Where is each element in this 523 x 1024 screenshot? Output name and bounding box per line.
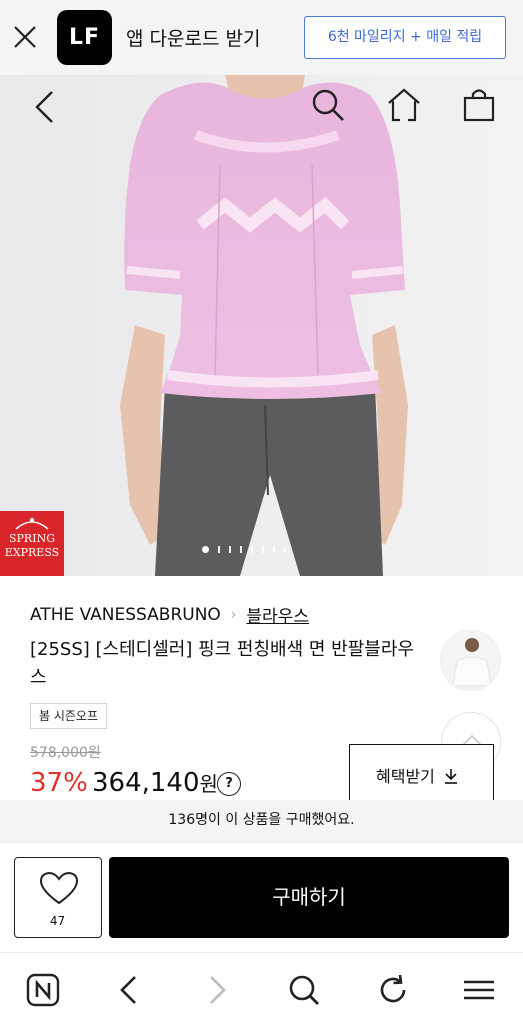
naver-home-icon[interactable]	[26, 973, 60, 1007]
like-button[interactable]: 47	[14, 857, 102, 938]
benefit-button[interactable]: 혜택받기	[349, 744, 494, 804]
back-icon[interactable]	[30, 89, 58, 125]
shopping-bag-icon[interactable]	[462, 87, 496, 123]
model-thumbnail[interactable]	[440, 630, 501, 691]
price-unit: 원	[199, 772, 218, 796]
product-title: [25SS] [스테디셀러] 핑크 펀칭배색 면 반팔블라우스	[30, 639, 414, 688]
menu-icon[interactable]	[462, 973, 496, 1007]
product-image-carousel[interactable]: SPRING EXPRESS	[0, 75, 523, 576]
close-icon[interactable]	[10, 22, 40, 52]
carousel-dot	[273, 545, 275, 553]
browser-search-icon[interactable]	[287, 973, 321, 1007]
browser-toolbar	[0, 952, 523, 1024]
carousel-dot	[229, 545, 231, 553]
carousel-indicator	[202, 545, 286, 553]
carousel-dot	[218, 545, 220, 553]
browser-back-icon[interactable]	[116, 973, 142, 1007]
original-price: 578,000원	[30, 745, 101, 761]
download-icon	[444, 769, 457, 784]
product-photo	[0, 75, 523, 576]
app-download-text[interactable]: 앱 다운로드 받기	[126, 24, 260, 51]
badge-line2: EXPRESS	[4, 546, 60, 559]
carousel-dot	[262, 545, 264, 553]
spring-express-badge: SPRING EXPRESS	[0, 511, 64, 576]
brand-link[interactable]: ATHE VANESSABRUNO	[30, 605, 221, 625]
badge-ornament-icon	[15, 518, 49, 530]
home-icon[interactable]	[386, 87, 422, 123]
refresh-icon[interactable]	[376, 973, 410, 1007]
carousel-dot	[240, 545, 242, 553]
season-off-tag: 봄 시즌오프	[30, 703, 108, 729]
carousel-dot	[284, 545, 286, 553]
sale-price: 364,140원	[92, 768, 218, 798]
browser-forward-icon[interactable]	[204, 973, 230, 1007]
heart-icon	[40, 872, 78, 905]
mileage-button[interactable]: 6천 마일리지 + 매일 적립	[304, 16, 506, 59]
purchase-button[interactable]: 구매하기	[109, 857, 509, 938]
sale-price-value: 364,140	[92, 768, 200, 798]
discount-rate: 37%	[30, 768, 88, 798]
app-download-banner: LF 앱 다운로드 받기 6천 마일리지 + 매일 적립	[0, 0, 523, 75]
thumbnail-image	[441, 631, 500, 690]
purchase-count-notice: 136명이 이 상품을 구매했어요.	[0, 800, 523, 842]
benefit-button-label: 혜택받기	[376, 767, 435, 786]
badge-line1: SPRING	[9, 532, 55, 545]
buy-bar: 47 구매하기	[0, 842, 523, 952]
carousel-dot	[251, 545, 253, 553]
price-info-icon[interactable]: ?	[217, 772, 241, 796]
carousel-dot-active	[202, 545, 209, 553]
app-logo: LF	[57, 10, 112, 65]
category-link[interactable]: 블라우스	[246, 602, 309, 627]
like-count: 47	[49, 914, 66, 928]
breadcrumb: ATHE VANESSABRUNO › 블라우스	[30, 602, 309, 628]
search-icon[interactable]	[310, 87, 346, 123]
chevron-right-icon: ›	[230, 606, 237, 623]
